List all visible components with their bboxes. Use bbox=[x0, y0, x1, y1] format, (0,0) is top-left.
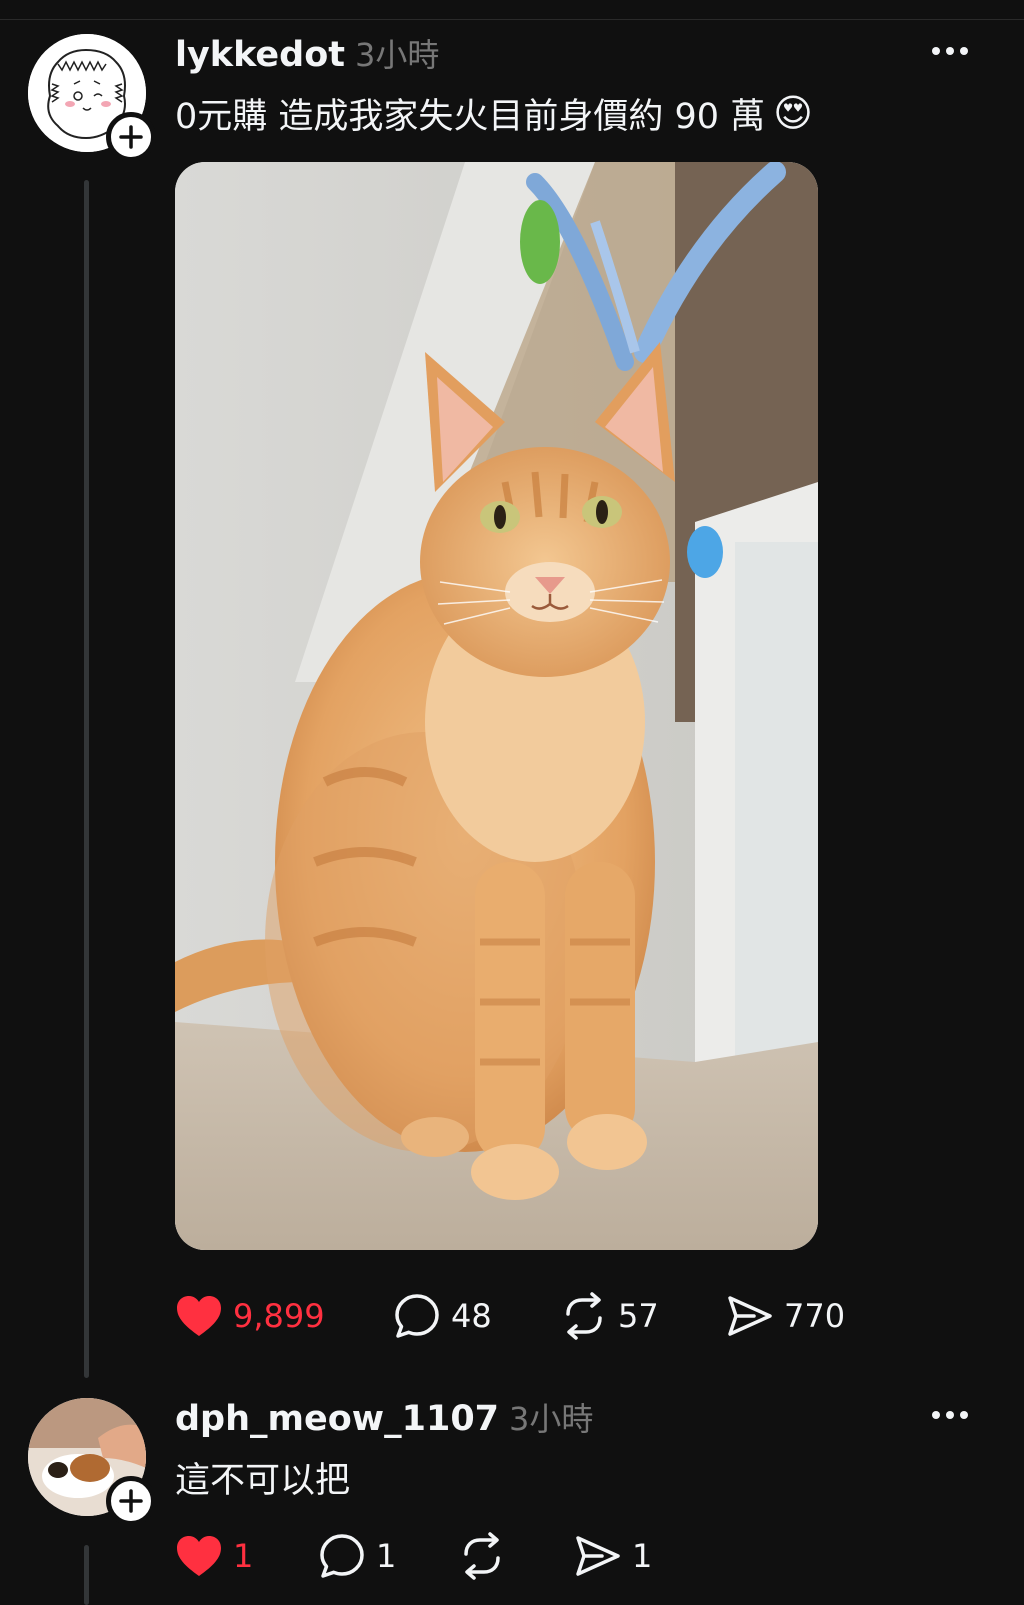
post-header: lykkedot 3小時 bbox=[175, 30, 439, 76]
thread-line bbox=[84, 180, 89, 1378]
comment-button[interactable]: 48 bbox=[393, 1286, 492, 1346]
username[interactable]: lykkedot bbox=[175, 35, 345, 75]
plus-icon bbox=[119, 1489, 143, 1513]
more-dots-icon bbox=[932, 47, 968, 55]
reply-avatar[interactable] bbox=[28, 1398, 156, 1526]
repost-icon bbox=[566, 1292, 602, 1340]
post-avatar[interactable] bbox=[28, 34, 156, 162]
comment-icon bbox=[395, 1294, 439, 1338]
reply-thread-line bbox=[84, 1545, 89, 1605]
reply-text: 這不可以把 bbox=[175, 1452, 350, 1502]
repost-button[interactable]: 57 bbox=[560, 1286, 659, 1346]
emoji-heart-eyes: 😍 bbox=[773, 91, 813, 135]
reply-like-count: 1 bbox=[233, 1537, 254, 1575]
reply-follow-button[interactable] bbox=[106, 1476, 156, 1526]
reply-more-options-button[interactable] bbox=[920, 1400, 980, 1430]
reply-comment-count: 1 bbox=[376, 1537, 397, 1575]
repost-icon bbox=[464, 1532, 500, 1580]
reply-username[interactable]: dph_meow_1107 bbox=[175, 1399, 499, 1439]
reply-comment-button[interactable]: 1 bbox=[318, 1526, 396, 1586]
share-count: 770 bbox=[784, 1297, 846, 1335]
post-caption: 0元購 造成我家失火目前身價約 90 萬 bbox=[175, 96, 766, 137]
timestamp: 3小時 bbox=[355, 36, 440, 74]
comment-count: 48 bbox=[451, 1297, 492, 1335]
plus-icon bbox=[119, 125, 143, 149]
follow-button[interactable] bbox=[106, 112, 156, 162]
reply-share-button[interactable]: 1 bbox=[574, 1526, 652, 1586]
like-count: 9,899 bbox=[233, 1297, 325, 1335]
post-photo[interactable] bbox=[175, 162, 818, 1250]
like-button[interactable]: 9,899 bbox=[175, 1286, 325, 1346]
heart-icon bbox=[177, 1296, 221, 1336]
reply-header: dph_meow_1107 3小時 bbox=[175, 1394, 593, 1440]
top-bar bbox=[0, 0, 1024, 20]
reply-share-count: 1 bbox=[632, 1537, 653, 1575]
reply-repost-button[interactable] bbox=[458, 1526, 506, 1586]
post-text: 0元購 造成我家失火目前身價約 90 萬 😍 bbox=[175, 88, 813, 138]
reply-timestamp: 3小時 bbox=[509, 1400, 594, 1438]
reply-caption: 這不可以把 bbox=[175, 1460, 351, 1501]
reply-like-button[interactable]: 1 bbox=[175, 1526, 253, 1586]
share-button[interactable]: 770 bbox=[726, 1286, 845, 1346]
comment-icon bbox=[320, 1534, 364, 1578]
share-icon bbox=[576, 1536, 620, 1576]
heart-icon bbox=[177, 1536, 221, 1576]
cat-photo-illustration bbox=[175, 162, 818, 1250]
more-dots-icon bbox=[932, 1411, 968, 1419]
share-icon bbox=[728, 1296, 772, 1336]
repost-count: 57 bbox=[618, 1297, 659, 1335]
more-options-button[interactable] bbox=[920, 36, 980, 66]
